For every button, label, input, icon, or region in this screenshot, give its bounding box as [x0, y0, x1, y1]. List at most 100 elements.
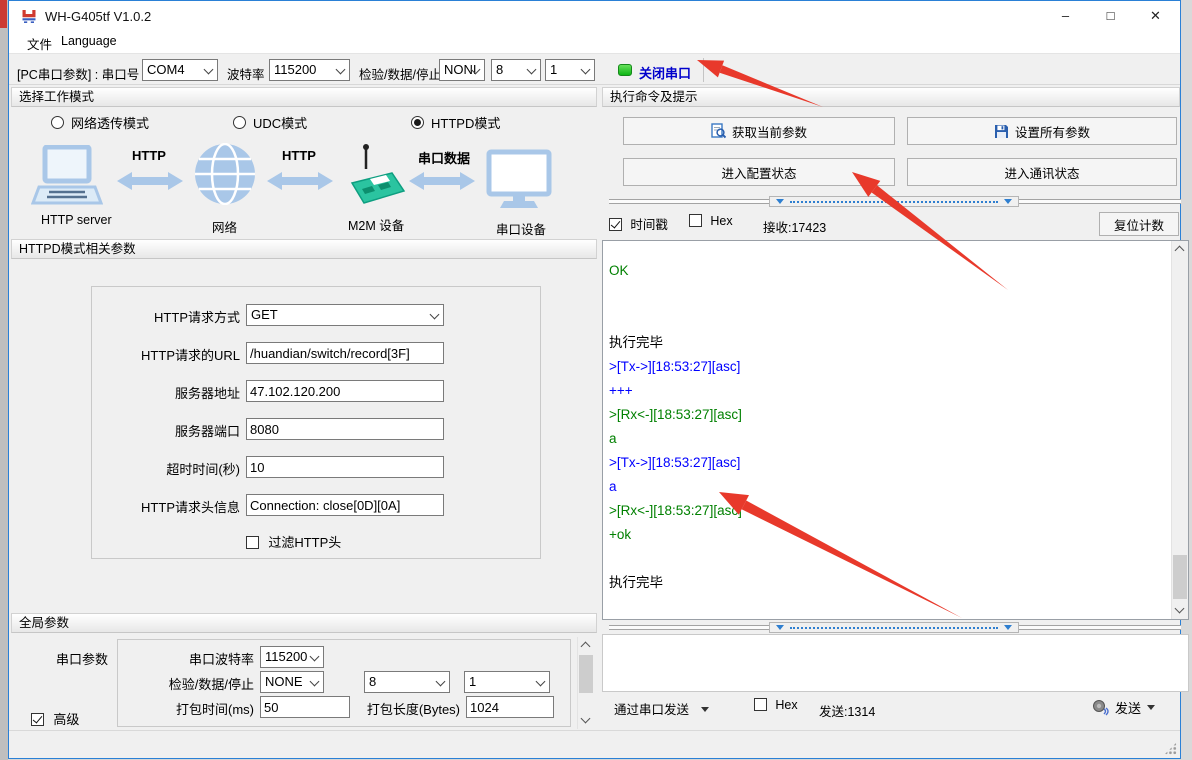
- checkbox-icon: [609, 218, 622, 231]
- send-button[interactable]: 发送: [1092, 698, 1155, 717]
- menu-language[interactable]: Language: [61, 34, 117, 48]
- stopbits-select[interactable]: 1: [545, 59, 595, 81]
- field-input[interactable]: [246, 494, 444, 516]
- collapse-icon: [1004, 625, 1012, 630]
- baud-select[interactable]: 115200: [269, 59, 350, 81]
- httpd-form-box: HTTP请求方式GETHTTP请求的URL服务器地址服务器端口超时时间(秒)HT…: [91, 286, 541, 559]
- send-via-dropdown[interactable]: 通过串口发送: [614, 699, 709, 718]
- gstopbits-select[interactable]: 1: [464, 671, 550, 693]
- collapse-icon: [1004, 199, 1012, 204]
- timestamp-checkbox[interactable]: 时间戳: [609, 214, 668, 233]
- chevron-down-icon: [310, 677, 320, 687]
- com-port-select[interactable]: COM4: [142, 59, 218, 81]
- statusbar: [9, 730, 1180, 758]
- command-section-header: 执行命令及提示: [602, 87, 1180, 107]
- chevron-down-icon: [310, 652, 320, 662]
- chevron-down-icon: [436, 677, 446, 687]
- field-input[interactable]: [246, 342, 444, 364]
- link-label: 串口数据: [418, 148, 470, 167]
- scrollbar-thumb[interactable]: [579, 655, 593, 693]
- parity-select[interactable]: NONI: [439, 59, 485, 81]
- field-input[interactable]: [246, 418, 444, 440]
- reset-count-button[interactable]: 复位计数: [1099, 212, 1179, 236]
- checkbox-icon: [689, 214, 702, 227]
- gbaud-select[interactable]: 115200: [260, 646, 324, 668]
- checkbox-icon: [754, 698, 767, 711]
- http-method-select[interactable]: GET: [246, 304, 444, 326]
- global-scrollbar[interactable]: [577, 637, 594, 729]
- scroll-up-icon[interactable]: [578, 637, 594, 654]
- mode-section-header: 选择工作模式: [11, 87, 597, 107]
- double-arrow-icon: [117, 169, 183, 193]
- pc-serial-params-label: [PC串口参数] : 串口号: [17, 64, 139, 83]
- send-input[interactable]: [602, 634, 1189, 692]
- splitter-dots: [790, 201, 998, 203]
- httpd-section-header: HTTPD模式相关参数: [11, 239, 597, 259]
- toolbar-separator: [703, 58, 704, 82]
- work-mode-radio[interactable]: 网络透传模式: [51, 113, 149, 132]
- form-row: HTTP请求头信息: [92, 494, 452, 516]
- field-label: 超时时间(秒): [92, 459, 240, 478]
- gbaud-label: 串口波特率: [170, 649, 254, 668]
- log-line: [603, 307, 1188, 331]
- parity-label: 检验/数据/停止: [359, 64, 441, 83]
- receive-log[interactable]: OK 执行完毕>[Tx->][18:53:27][asc]+++>[Rx<-][…: [602, 240, 1189, 620]
- log-line: +ok: [603, 523, 1188, 547]
- menubar: 文件 Language: [9, 31, 1180, 53]
- filter-http-checkbox[interactable]: 过滤HTTP头: [246, 532, 341, 551]
- pack-time-input[interactable]: [260, 696, 350, 718]
- advanced-checkbox[interactable]: 高级: [31, 709, 79, 728]
- node-label: 串口设备: [496, 219, 546, 238]
- chevron-down-icon: [581, 65, 591, 75]
- resize-grip-icon[interactable]: [1164, 742, 1177, 755]
- chevron-down-icon: [336, 65, 346, 75]
- log-line: [603, 547, 1188, 571]
- double-arrow-icon: [267, 169, 333, 193]
- checkbox-icon: [246, 536, 259, 549]
- hex-recv-checkbox[interactable]: Hex: [689, 214, 733, 228]
- field-label: HTTP请求方式: [92, 307, 240, 326]
- double-arrow-icon: [409, 169, 475, 193]
- scrollbar-thumb[interactable]: [1173, 555, 1187, 599]
- databits-select[interactable]: 8: [491, 59, 541, 81]
- scroll-up-icon[interactable]: [1172, 241, 1188, 258]
- chevron-down-icon: [1147, 705, 1155, 710]
- gparity-select[interactable]: NONE: [260, 671, 324, 693]
- form-row: 服务器端口: [92, 418, 452, 440]
- background-window-left-edge: [0, 0, 8, 760]
- form-row: HTTP请求方式 GET: [92, 304, 452, 326]
- form-row: 超时时间(秒): [92, 456, 452, 478]
- minimize-button[interactable]: –: [1043, 1, 1088, 31]
- app-window: WH-G405tf V1.0.2 – □ ✕ 文件 Language [PC串口…: [8, 0, 1181, 759]
- hex-send-checkbox[interactable]: Hex: [754, 698, 798, 712]
- maximize-button[interactable]: □: [1088, 1, 1133, 31]
- set-params-button[interactable]: 设置所有参数: [907, 117, 1177, 145]
- log-line: >[Rx<-][18:53:27][asc]: [603, 403, 1188, 427]
- log-scrollbar[interactable]: [1171, 241, 1188, 619]
- splitter-handle[interactable]: [769, 196, 1019, 207]
- work-mode-radio[interactable]: UDC模式: [233, 113, 307, 132]
- field-input[interactable]: [246, 456, 444, 478]
- scroll-down-icon[interactable]: [578, 712, 594, 729]
- get-params-button[interactable]: 获取当前参数: [623, 117, 895, 145]
- enter-config-button[interactable]: 进入配置状态: [623, 158, 895, 186]
- log-line: +++: [603, 379, 1188, 403]
- sent-count: 发送:1314: [819, 701, 875, 720]
- link-label: HTTP: [282, 148, 316, 163]
- close-port-button[interactable]: 关闭串口: [639, 63, 691, 82]
- port-open-indicator: [618, 64, 632, 76]
- speaker-icon: [1092, 699, 1109, 716]
- pack-len-input[interactable]: [466, 696, 554, 718]
- splitter-handle[interactable]: [769, 622, 1019, 633]
- radio-icon: [51, 116, 64, 129]
- field-input[interactable]: [246, 380, 444, 402]
- enter-comm-button[interactable]: 进入通讯状态: [907, 158, 1177, 186]
- node-label: HTTP server: [41, 213, 112, 227]
- scroll-down-icon[interactable]: [1172, 602, 1188, 619]
- close-button[interactable]: ✕: [1133, 1, 1178, 31]
- log-line: a: [603, 427, 1188, 451]
- menu-file[interactable]: 文件: [27, 34, 52, 53]
- gdatabits-select[interactable]: 8: [364, 671, 450, 693]
- m2m-device-icon: [342, 143, 408, 209]
- work-mode-radio[interactable]: HTTPD模式: [411, 113, 500, 132]
